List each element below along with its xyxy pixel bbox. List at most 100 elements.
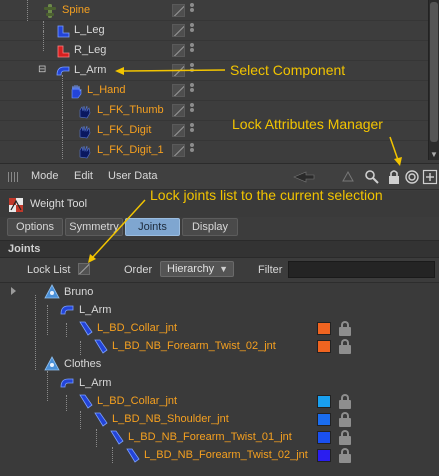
filter-input[interactable]: [288, 261, 435, 278]
joint-row-l-arm[interactable]: L_Arm: [0, 374, 439, 392]
arm-component-icon: [59, 302, 75, 318]
expand-minus-icon[interactable]: ⊟: [38, 65, 48, 75]
order-label: Order: [124, 264, 153, 276]
joint-label: L_Arm: [79, 304, 112, 316]
joint-color-swatch[interactable]: [317, 431, 331, 444]
menu-mode[interactable]: Mode: [31, 170, 59, 182]
arm-component-icon: [59, 375, 75, 391]
arm-component-icon: [55, 63, 71, 79]
render-dots[interactable]: [190, 123, 194, 138]
finger-component-icon: [77, 123, 93, 139]
render-dots[interactable]: [190, 103, 194, 118]
section-label: Joints: [8, 243, 41, 255]
tab-joints[interactable]: Joints: [125, 218, 180, 236]
visibility-toggle[interactable]: [172, 84, 185, 97]
visibility-toggle[interactable]: [172, 104, 185, 117]
scrollbar-thumb[interactable]: [430, 2, 438, 142]
lock-icon[interactable]: [339, 430, 351, 445]
finger-component-icon: [77, 103, 93, 119]
object-row-l-fk-digit-1[interactable]: L_FK_Digit_1: [0, 137, 428, 160]
joint-color-swatch[interactable]: [317, 395, 331, 408]
figure-icon: [44, 356, 60, 372]
filter-label: Filter: [258, 264, 283, 276]
tool-tabs: Options Symmetry Joints Display: [0, 217, 439, 237]
joint-row-collar[interactable]: L_BD_Collar_jnt: [0, 392, 439, 410]
hand-component-icon: [68, 83, 84, 99]
target-icon[interactable]: [404, 169, 420, 185]
render-dots[interactable]: [190, 23, 194, 38]
object-row-l-leg[interactable]: L_Leg: [0, 21, 428, 41]
object-label: Spine: [62, 4, 91, 16]
object-label: L_Leg: [74, 24, 105, 36]
joint-row-bruno[interactable]: Bruno: [0, 283, 439, 301]
annotation-lock-attributes-manager: Lock Attributes Manager: [232, 116, 383, 132]
lock-icon[interactable]: [386, 169, 402, 185]
panel-grip-icon[interactable]: [8, 172, 20, 182]
object-row-l-hand[interactable]: L_Hand: [0, 75, 428, 101]
tool-title: Weight Tool: [30, 198, 88, 210]
object-row-r-leg[interactable]: R_Leg: [0, 31, 428, 61]
lock-icon[interactable]: [339, 321, 351, 336]
lock-list-checkbox[interactable]: [78, 263, 90, 275]
joint-row-forearm-twist-02[interactable]: L_BD_NB_Forearm_Twist_02_jnt: [0, 446, 439, 464]
joint-color-swatch[interactable]: [317, 449, 331, 462]
joint-row-forearm-twist-02[interactable]: L_BD_NB_Forearm_Twist_02_jnt: [0, 337, 439, 355]
joint-color-swatch[interactable]: [317, 340, 331, 353]
render-dots[interactable]: [190, 143, 194, 158]
joint-icon: [78, 320, 94, 336]
joint-label: L_Arm: [79, 377, 112, 389]
object-manager-scrollbar[interactable]: ▼: [428, 0, 439, 160]
joint-row-shoulder[interactable]: L_BD_NB_Shoulder_jnt: [0, 410, 439, 428]
joint-row-forearm-twist-01[interactable]: L_BD_NB_Forearm_Twist_01_jnt: [0, 428, 439, 446]
up-arrow-icon[interactable]: [340, 169, 356, 185]
menu-user-data[interactable]: User Data: [108, 170, 158, 182]
joint-label: L_BD_NB_Forearm_Twist_02_jnt: [112, 340, 276, 352]
render-dots[interactable]: [190, 63, 194, 78]
order-dropdown[interactable]: Hierarchy ▼: [160, 261, 234, 277]
new-panel-icon[interactable]: [422, 169, 438, 185]
joint-color-swatch[interactable]: [317, 322, 331, 335]
joint-label: L_BD_Collar_jnt: [97, 395, 178, 407]
chevron-down-icon: ▼: [219, 264, 228, 274]
joints-section-header: Joints: [0, 240, 439, 258]
order-value: Hierarchy: [167, 263, 215, 275]
visibility-toggle[interactable]: [172, 144, 185, 157]
menu-edit[interactable]: Edit: [74, 170, 93, 182]
joint-row-l-arm[interactable]: L_Arm: [0, 301, 439, 319]
object-label: L_Arm: [74, 64, 107, 76]
weight-tool-icon: [8, 197, 24, 213]
joint-row-collar[interactable]: L_BD_Collar_jnt: [0, 319, 439, 337]
annotation-select-component: Select Component: [230, 62, 346, 78]
joint-color-swatch[interactable]: [317, 413, 331, 426]
lock-icon[interactable]: [339, 394, 351, 409]
tab-display[interactable]: Display: [182, 218, 238, 236]
object-label: L_FK_Thumb: [97, 104, 164, 116]
lock-icon[interactable]: [339, 412, 351, 427]
visibility-toggle[interactable]: [172, 24, 185, 37]
joint-label: L_BD_NB_Shoulder_jnt: [112, 413, 229, 425]
object-label: L_FK_Digit_1: [97, 144, 164, 156]
object-row-spine[interactable]: Spine: [0, 0, 428, 21]
lock-icon[interactable]: [339, 448, 351, 463]
leg-component-icon: [55, 43, 71, 59]
visibility-toggle[interactable]: [172, 64, 185, 77]
visibility-toggle[interactable]: [172, 44, 185, 57]
render-dots[interactable]: [190, 43, 194, 58]
tab-options[interactable]: Options: [7, 218, 63, 236]
visibility-toggle[interactable]: [172, 124, 185, 137]
tab-symmetry[interactable]: Symmetry: [65, 218, 123, 236]
joint-row-clothes[interactable]: Clothes: [0, 355, 439, 373]
joint-icon: [109, 429, 125, 445]
scroll-down-arrow-icon[interactable]: ▼: [430, 150, 438, 159]
object-row-l-arm[interactable]: ⊟ L_Arm: [0, 61, 428, 81]
lock-list-label: Lock List: [27, 264, 71, 276]
render-dots[interactable]: [190, 83, 194, 98]
finger-component-icon: [77, 143, 93, 159]
search-icon[interactable]: [364, 169, 380, 185]
visibility-toggle[interactable]: [172, 4, 185, 17]
back-arrow-icon[interactable]: [292, 169, 316, 185]
joint-icon: [125, 447, 141, 463]
joint-label: L_BD_Collar_jnt: [97, 322, 178, 334]
lock-icon[interactable]: [339, 339, 351, 354]
render-dots[interactable]: [190, 3, 194, 18]
